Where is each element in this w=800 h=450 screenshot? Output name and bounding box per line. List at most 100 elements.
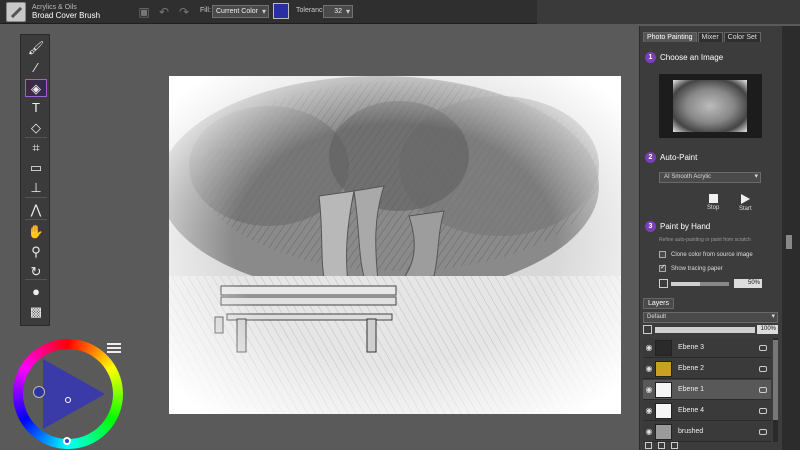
step-auto-paint: 2 Auto-Paint	[645, 152, 697, 163]
grabber-tool-icon[interactable]: ✋	[25, 223, 47, 241]
layer-row[interactable]: ◉ brushed	[643, 422, 771, 442]
visibility-eye-icon[interactable]: ◉	[643, 385, 655, 394]
layer-thumbnail	[655, 402, 672, 419]
visibility-eye-icon[interactable]: ◉	[643, 406, 655, 415]
tab-layers[interactable]: Layers	[643, 298, 675, 309]
brush-selector[interactable]: Acrylics & Oils Broad Cover Brush	[6, 2, 126, 22]
layer-row[interactable]: ◉ Ebene 1	[643, 380, 771, 400]
group-layers-icon[interactable]	[658, 442, 665, 449]
tracing-opacity-value[interactable]: 50%	[734, 279, 762, 288]
text-tool-icon[interactable]: T	[25, 99, 47, 117]
stop-icon	[708, 194, 718, 203]
bench-sketch-image	[169, 76, 621, 414]
fill-label: Fill:	[200, 7, 211, 14]
layer-thumbnail	[655, 381, 672, 398]
stop-label: Stop	[707, 205, 720, 211]
composite-method-select[interactable]: Default	[643, 312, 778, 323]
brush-thumbnail-icon	[6, 2, 26, 22]
layer-opacity-row: 100%	[643, 325, 778, 335]
clone-color-label: Clone color from source image	[671, 251, 753, 258]
layer-thumbnail	[655, 423, 672, 440]
main-color-dot[interactable]	[33, 386, 45, 398]
step-choose-image: 1 Choose an Image	[645, 52, 723, 63]
step-number: 1	[645, 52, 656, 63]
right-scrollbar-thumb[interactable]	[786, 235, 792, 249]
layer-list-scrollbar-thumb[interactable]	[773, 340, 778, 420]
auto-paint-style-select[interactable]: AI Smooth Acrylic	[659, 172, 761, 183]
magnifier-tool-icon[interactable]: ⚲	[25, 243, 47, 261]
layer-row[interactable]: ◉ Ebene 2	[643, 359, 771, 379]
layer-lock-icon[interactable]	[759, 386, 767, 393]
color-wheel[interactable]	[13, 339, 123, 449]
start-button[interactable]: Start	[739, 194, 752, 212]
layer-thumbnail	[655, 339, 672, 356]
rectangle-select-tool-icon[interactable]: ▭	[25, 159, 47, 177]
tab-mixer[interactable]: Mixer	[697, 32, 723, 42]
layer-opacity-value[interactable]: 100%	[757, 325, 778, 334]
step-number: 2	[645, 152, 656, 163]
fill-select[interactable]: Current Color	[212, 5, 269, 18]
clone-color-row[interactable]: Clone color from source image	[659, 251, 753, 258]
tracing-opacity-slider[interactable]	[671, 282, 729, 286]
color-picker-ring[interactable]	[65, 397, 71, 403]
step-paint-by-hand: 3 Paint by Hand	[645, 221, 710, 232]
layer-row[interactable]: ◉ Ebene 4	[643, 401, 771, 421]
tracing-paper-label: Show tracing paper	[671, 265, 723, 272]
paint-bucket-tool-icon[interactable]: ◈	[25, 79, 47, 97]
title-strip	[537, 0, 800, 24]
layer-name: brushed	[678, 428, 704, 435]
layer-row[interactable]: ◉ Ebene 3	[643, 338, 771, 358]
toolbox: 🖌 ⁄ ◈ T ◇ ⌗ ▭ ⊥ ⋀ ✋ ⚲ ↻ ● ▩	[20, 34, 50, 326]
tracing-opacity-row: 50%	[659, 279, 763, 289]
transform-tool-icon[interactable]: ⊥	[25, 179, 47, 197]
layer-name: Ebene 2	[678, 365, 705, 372]
eraser-tool-icon[interactable]: ◇	[25, 119, 47, 137]
stop-button[interactable]: Stop	[707, 194, 719, 211]
redo-icon[interactable]: ↷	[176, 4, 192, 20]
tracing-paper-checkbox[interactable]	[659, 263, 666, 272]
layer-name: Ebene 3	[678, 344, 705, 351]
step-number: 3	[645, 221, 656, 232]
color-panel-menu-icon[interactable]	[107, 343, 121, 355]
crop-tool-icon[interactable]: ⌗	[25, 139, 47, 157]
visibility-eye-icon[interactable]: ◉	[643, 343, 655, 352]
tracing-paper-row[interactable]: Show tracing paper	[659, 263, 723, 272]
toolbox-divider	[25, 197, 47, 198]
step-title: Choose an Image	[660, 53, 724, 62]
toolbox-divider	[25, 137, 47, 138]
brush-name: Broad Cover Brush	[32, 11, 101, 20]
layer-lock-icon[interactable]	[759, 428, 767, 435]
file-actions: ▣ ↶ ↷	[136, 4, 192, 20]
visibility-eye-icon[interactable]: ◉	[643, 427, 655, 436]
layer-lock-icon[interactable]	[759, 344, 767, 351]
layer-lock-icon[interactable]	[759, 407, 767, 414]
source-image-thumbnail[interactable]	[659, 74, 762, 138]
undo-icon[interactable]: ↶	[156, 4, 172, 20]
saturation-value-triangle[interactable]	[43, 359, 105, 429]
current-color-swatch[interactable]	[273, 3, 289, 19]
new-layer-icon[interactable]	[645, 442, 652, 449]
mirror-tool-icon[interactable]: ⋀	[25, 201, 47, 219]
hue-marker[interactable]	[63, 437, 71, 445]
layer-name: Ebene 1	[678, 386, 705, 393]
layer-thumbnail	[655, 360, 672, 377]
layer-name: Ebene 4	[678, 407, 705, 414]
color-swatch-tool-icon[interactable]: ●	[25, 283, 47, 301]
panel-tabs: Photo Painting Mixer Color Set	[643, 32, 762, 42]
clone-color-checkbox[interactable]	[659, 251, 666, 258]
start-label: Start	[739, 206, 752, 212]
dropper-tool-icon[interactable]: ⁄	[25, 59, 47, 77]
visibility-eye-icon[interactable]: ◉	[643, 364, 655, 373]
delete-layer-icon[interactable]	[671, 442, 678, 449]
toolbox-divider	[25, 279, 47, 280]
tab-color-set[interactable]: Color Set	[723, 32, 761, 42]
brush-tool-icon[interactable]: 🖌	[25, 39, 47, 57]
tolerance-input[interactable]: 32	[323, 5, 353, 18]
layer-opacity-slider[interactable]	[655, 327, 755, 333]
step-title: Paint by Hand	[660, 222, 711, 231]
drawing-canvas[interactable]	[169, 76, 621, 414]
paper-texture-tool-icon[interactable]: ▩	[25, 303, 47, 321]
layer-lock-icon[interactable]	[759, 365, 767, 372]
tab-photo-painting[interactable]: Photo Painting	[643, 32, 697, 42]
save-icon[interactable]: ▣	[136, 4, 152, 20]
